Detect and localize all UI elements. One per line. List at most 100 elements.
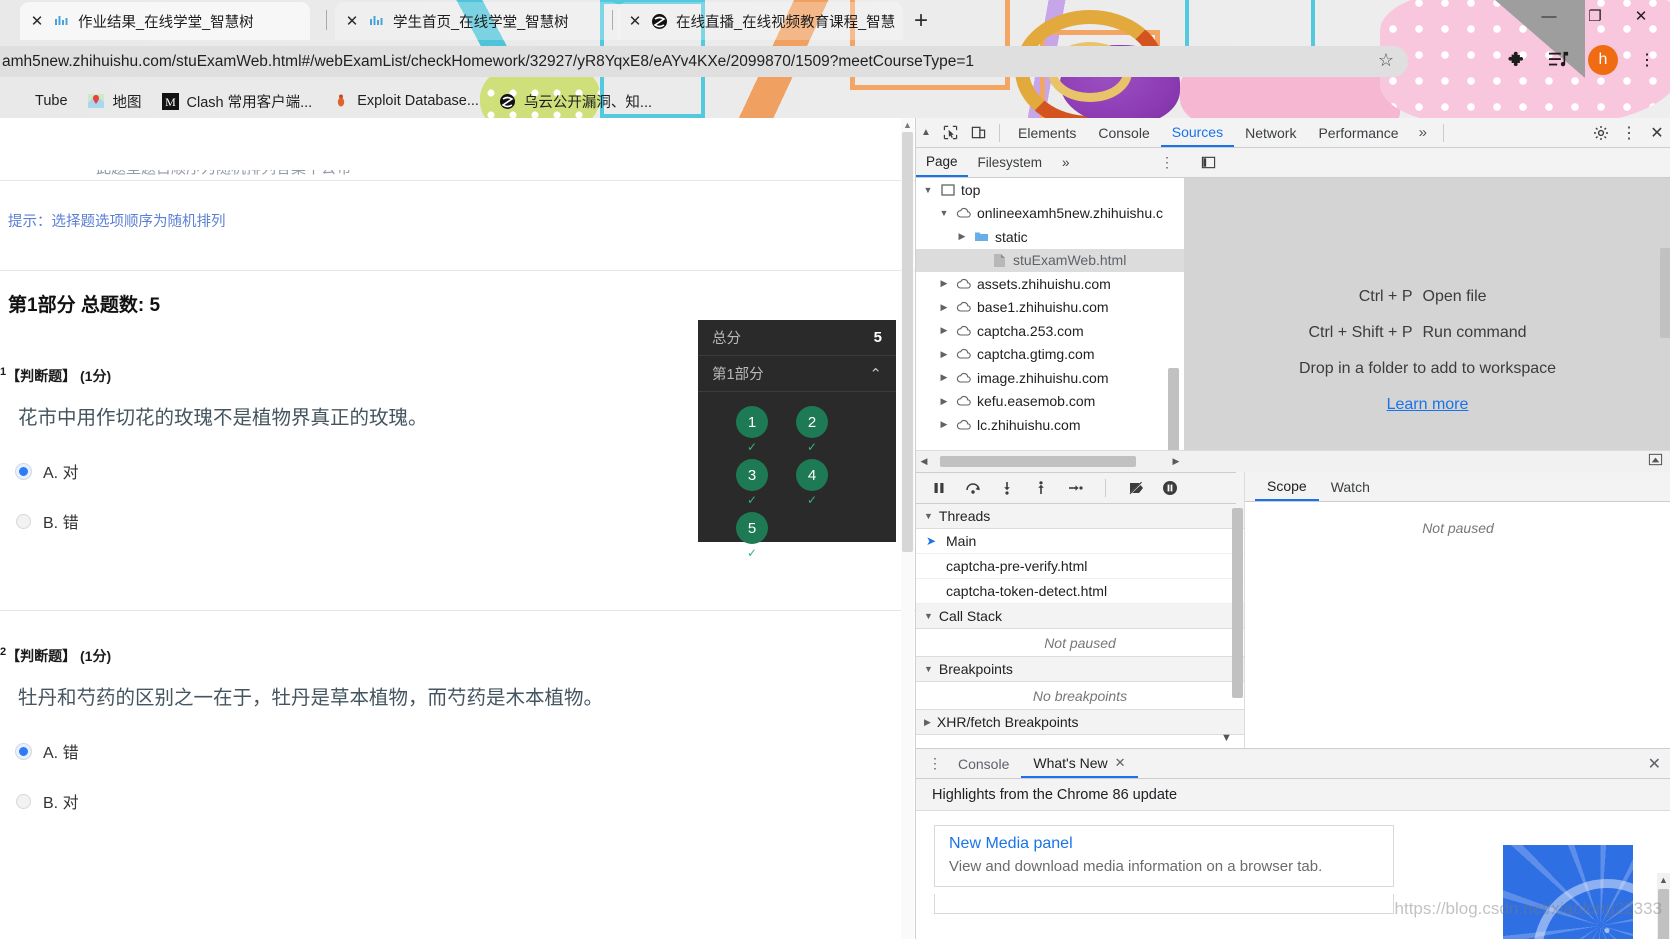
option-b[interactable]: B. 对	[16, 789, 790, 813]
inspect-cursor-icon[interactable]	[936, 120, 964, 146]
chevron-right-icon[interactable]: ▶	[938, 419, 950, 430]
navigator-tab-filesystem[interactable]: Filesystem	[968, 148, 1053, 177]
scrollbar-thumb[interactable]	[1168, 368, 1179, 450]
chevron-right-icon[interactable]: ▶	[938, 302, 950, 313]
devtools-tab-elements[interactable]: Elements	[1007, 118, 1087, 147]
step-icon[interactable]	[1064, 477, 1086, 499]
score-part-row[interactable]: 第1部分 ⌃	[698, 356, 896, 392]
scrollbar-thumb[interactable]	[940, 456, 1136, 467]
editor-format-icon[interactable]	[1648, 452, 1663, 472]
scroll-right-icon[interactable]: ▶	[1168, 456, 1184, 467]
chevron-right-icon[interactable]: ▶	[938, 278, 950, 289]
tree-row-origin[interactable]: ▼ onlineexamh5new.zhihuishu.c	[916, 202, 1184, 226]
browser-tab-3[interactable]: ✕ 在线直播_在线视频教育课程_智慧	[618, 2, 903, 40]
close-icon[interactable]: ✕	[1643, 120, 1670, 146]
question-nav-bubble[interactable]: 3	[736, 459, 768, 491]
step-into-icon[interactable]	[996, 477, 1018, 499]
devtools-tab-console[interactable]: Console	[1087, 118, 1160, 147]
bookmark-item[interactable]: M Clash 常用客户端...	[152, 87, 323, 115]
kebab-icon[interactable]: ⋮	[1615, 120, 1643, 146]
bookmark-item[interactable]: Tube	[0, 87, 78, 115]
navigator-horizontal-scrollbar[interactable]: ◀ ▶	[916, 450, 1184, 472]
browser-menu-icon[interactable]: ⋮	[1634, 47, 1660, 73]
step-over-icon[interactable]	[962, 477, 984, 499]
thread-item-captcha-token-detect[interactable]: captcha-token-detect.html	[916, 579, 1244, 604]
radio-icon-selected[interactable]	[16, 463, 31, 479]
new-tab-button[interactable]: +	[905, 6, 937, 36]
whats-new-card[interactable]: New Media panel View and download media …	[934, 825, 1394, 887]
scroll-up-icon[interactable]: ▲	[1657, 873, 1670, 885]
question-nav-item[interactable]: 3 ✓	[722, 459, 782, 507]
tree-row-captchagtimg[interactable]: ▶ captcha.gtimg.com	[916, 343, 1184, 367]
tab-close-icon[interactable]: ✕	[341, 10, 363, 32]
drawer-tab-whats-new[interactable]: What's New ✕	[1021, 749, 1138, 778]
page-scrollbar[interactable]: ▲	[901, 118, 914, 939]
whats-new-card-title[interactable]: New Media panel	[949, 835, 1379, 853]
tab-close-icon[interactable]: ✕	[624, 10, 646, 32]
debugger-scrollbar[interactable]	[1232, 508, 1243, 758]
chevron-down-icon[interactable]: ▼	[924, 511, 933, 521]
scroll-up-icon[interactable]: ▲	[901, 118, 914, 130]
editor-scrollbar-thumb[interactable]	[1660, 248, 1670, 338]
scrollbar-track[interactable]	[932, 456, 1168, 467]
tree-row-base1[interactable]: ▶ base1.zhihuishu.com	[916, 296, 1184, 320]
devtools-tab-network[interactable]: Network	[1234, 118, 1307, 147]
thread-item-main[interactable]: ➤ Main	[916, 529, 1244, 554]
chevron-down-icon[interactable]: ▼	[924, 611, 933, 621]
scope-tab[interactable]: Scope	[1255, 472, 1319, 501]
question-nav-bubble[interactable]: 4	[796, 459, 828, 491]
deactivate-breakpoints-icon[interactable]	[1125, 477, 1147, 499]
drawer-tab-console[interactable]: Console	[946, 749, 1021, 778]
navigator-more-icon[interactable]: »	[1052, 148, 1080, 177]
option-a[interactable]: A. 错	[16, 739, 790, 763]
radio-icon[interactable]	[16, 793, 31, 809]
pause-resume-icon[interactable]	[928, 477, 950, 499]
tree-row-kefu[interactable]: ▶ kefu.easemob.com	[916, 390, 1184, 414]
minimize-button[interactable]: —	[1526, 0, 1572, 32]
tree-row-stuexamweb[interactable]: stuExamWeb.html	[916, 248, 1184, 272]
tree-row-static[interactable]: ▶ static	[916, 225, 1184, 249]
chevron-right-icon[interactable]: ▶	[938, 396, 950, 407]
bookmark-star-icon[interactable]: ☆	[1378, 50, 1394, 71]
chevron-up-icon[interactable]: ⌃	[869, 365, 882, 383]
drawer-scrollbar[interactable]: ▲	[1657, 873, 1670, 939]
scrollbar-thumb[interactable]	[1658, 889, 1669, 939]
question-nav-bubble[interactable]: 1	[736, 406, 768, 438]
chevron-right-icon[interactable]: ▶	[924, 717, 931, 728]
option-b[interactable]: B. 错	[16, 509, 700, 533]
question-nav-item[interactable]: 1 ✓	[722, 406, 782, 454]
breakpoints-section-header[interactable]: ▼ Breakpoints	[916, 657, 1244, 682]
bookmark-item[interactable]: Exploit Database...	[322, 87, 489, 115]
bookmark-item[interactable]: 乌云公开漏洞、知...	[489, 87, 662, 115]
tree-row-lc[interactable]: ▶ lc.zhihuishu.com	[916, 413, 1184, 437]
devtools-tab-performance[interactable]: Performance	[1307, 118, 1409, 147]
question-nav-item[interactable]: 4 ✓	[782, 459, 842, 507]
xhr-breakpoints-section-header[interactable]: ▶ XHR/fetch Breakpoints	[916, 710, 1244, 735]
browser-tab-1[interactable]: ✕ 作业结果_在线学堂_智慧树	[20, 2, 310, 40]
chevron-right-icon[interactable]: ▶	[938, 372, 950, 383]
scrollbar-thumb[interactable]	[902, 132, 913, 552]
collapse-sidebar-icon[interactable]	[1194, 150, 1222, 176]
tree-row-captcha253[interactable]: ▶ captcha.253.com	[916, 319, 1184, 343]
radio-icon[interactable]	[16, 513, 31, 529]
chevron-down-icon[interactable]: ▼	[924, 664, 933, 674]
radio-icon-selected[interactable]	[16, 743, 31, 759]
thread-item-captcha-pre-verify[interactable]: captcha-pre-verify.html	[916, 554, 1244, 579]
gear-icon[interactable]	[1587, 120, 1615, 146]
question-nav-item[interactable]: 2 ✓	[782, 406, 842, 454]
option-a[interactable]: A. 对	[16, 459, 700, 483]
chevron-right-icon[interactable]: ▶	[956, 231, 968, 242]
question-nav-bubble[interactable]: 2	[796, 406, 828, 438]
whats-new-card-partial[interactable]	[934, 894, 1394, 914]
pause-on-exceptions-icon[interactable]	[1159, 477, 1181, 499]
navigator-tree[interactable]: ▼ top ▼ onlineexamh5new.zhihuishu.c ▶ st…	[916, 178, 1184, 450]
tree-row-top[interactable]: ▼ top	[916, 178, 1184, 202]
scroll-left-icon[interactable]: ◀	[916, 456, 932, 467]
chevron-right-icon[interactable]: ▶	[938, 349, 950, 360]
devtools-tab-sources[interactable]: Sources	[1160, 118, 1235, 147]
learn-more-link[interactable]: Learn more	[1387, 396, 1469, 414]
bookmark-item[interactable]: 地图	[78, 87, 152, 115]
chevron-right-icon[interactable]: ▶	[938, 325, 950, 336]
address-bar[interactable]: amh5new.zhihuishu.com/stuExamWeb.html#/w…	[0, 46, 1408, 77]
maximize-button[interactable]: ❐	[1572, 0, 1618, 32]
